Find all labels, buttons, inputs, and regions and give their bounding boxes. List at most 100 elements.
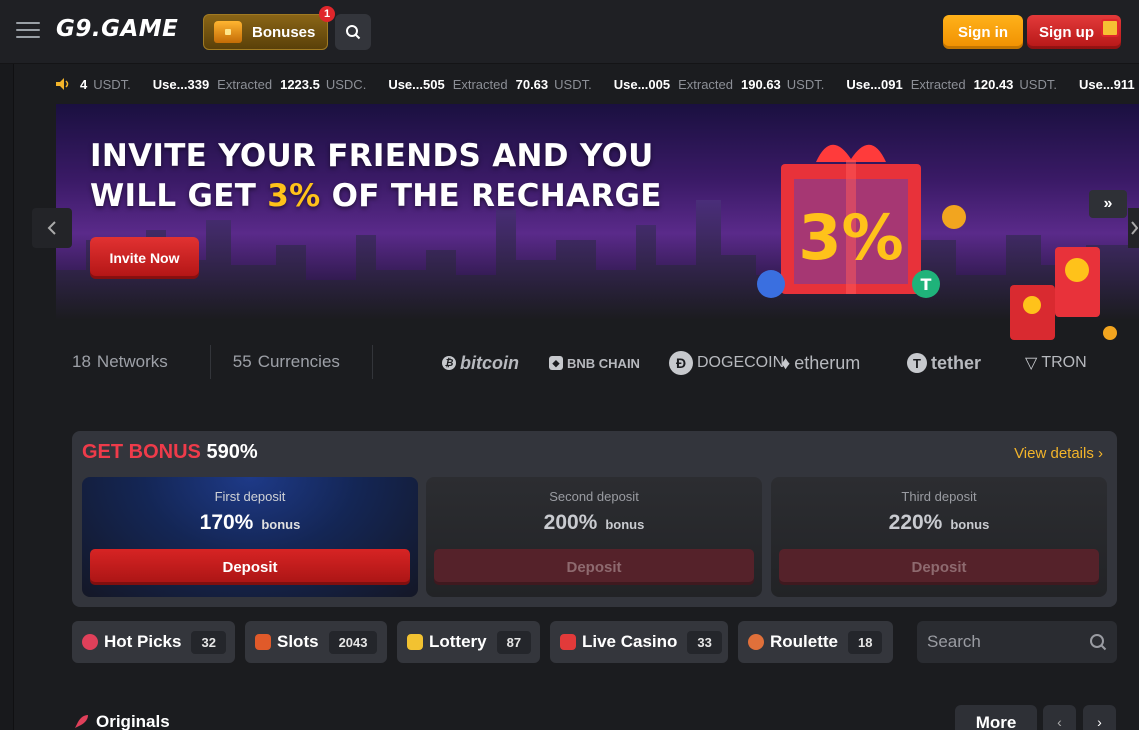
bonuses-badge: 1 — [319, 6, 335, 22]
menu-icon[interactable] — [16, 22, 40, 40]
ticker-item: Use...005 Extracted 190.63 USDT. — [613, 76, 825, 92]
coin-icon — [757, 270, 785, 298]
bnb-chain-logo: ◆ BNB CHAIN — [549, 350, 640, 376]
banner-line-1: INVITE YOUR FRIENDS AND YOU — [90, 138, 654, 174]
category-label: Live Casino — [582, 632, 678, 651]
bonuses-label: Bonuses — [252, 23, 316, 41]
bnb-icon: ◆ — [549, 356, 563, 370]
tron-icon: ▽ — [1025, 355, 1038, 372]
category-slots[interactable]: Slots 2043 — [245, 621, 387, 663]
category-live-casino[interactable]: Live Casino 33 — [550, 621, 728, 663]
bonus-title: GET BONUS 590% — [82, 441, 258, 463]
deposit-label: Third deposit — [901, 489, 977, 504]
deposit-percent: 200% bonus — [543, 511, 645, 534]
treasure-chest-icon — [214, 21, 242, 43]
game-search[interactable] — [917, 621, 1117, 663]
category-hot-picks[interactable]: Hot Picks 32 — [72, 621, 235, 663]
deposit-label: First deposit — [214, 489, 286, 504]
game-search-input[interactable] — [927, 632, 1077, 652]
live-casino-icon — [560, 634, 576, 650]
second-deposit-card[interactable]: Second deposit 200% bonus Deposit — [426, 477, 762, 597]
category-count: 18 — [848, 630, 883, 654]
category-label: Slots — [277, 632, 319, 651]
speaker-icon — [56, 78, 69, 90]
rocket-icon — [75, 715, 88, 728]
tether-logo: Ttether — [907, 350, 981, 376]
sign-in-button[interactable]: Sign in — [943, 15, 1023, 49]
tron-logo: ▽ TRON — [1025, 354, 1087, 372]
carousel-next-button[interactable] — [1128, 208, 1139, 248]
category-count: 2043 — [328, 630, 378, 654]
category-label: Roulette — [770, 632, 838, 651]
divider — [209, 345, 211, 379]
gold-coin-icon — [942, 205, 966, 229]
carousel-prev-button[interactable] — [32, 208, 72, 248]
city-skyline-image — [56, 200, 1139, 320]
ticker-item: Use...339 Extracted 1223.5 USDC. — [152, 76, 367, 92]
gift-box-image: 3% — [781, 144, 921, 294]
chevron-right-icon: › — [1097, 713, 1102, 730]
ethereum-icon: ♦ — [781, 352, 791, 373]
promo-banner[interactable]: INVITE YOUR FRIENDS AND YOU WILL GET 3% … — [56, 104, 1139, 320]
gift-icon — [1101, 19, 1119, 37]
chevron-left-icon: ‹ — [1057, 713, 1062, 730]
prev-page-button[interactable]: ‹ — [1043, 705, 1076, 730]
bitcoin-logo: ₿ bitcoin — [442, 350, 519, 376]
red-envelope-image — [1010, 247, 1117, 340]
search-icon — [346, 25, 361, 40]
logo[interactable]: G9.GAME — [56, 16, 178, 42]
gift-box-percent: 3% — [798, 201, 903, 274]
category-lottery[interactable]: Lottery 87 — [397, 621, 540, 663]
first-deposit-card[interactable]: First deposit 170% bonus Deposit — [82, 477, 418, 597]
deposit-label: Second deposit — [549, 489, 639, 504]
ticker-item: Use...505 Extracted 70.63 USDT. — [388, 76, 592, 92]
withdrawal-ticker: 4 USDT. Use...339 Extracted 1223.5 USDC. Use… — [56, 64, 1139, 104]
search-icon — [1090, 634, 1107, 651]
deposit-button[interactable]: Deposit — [779, 549, 1099, 585]
ticker-item: Use...091 Extracted 120.43 USDT. — [846, 76, 1057, 92]
originals-heading: Originals — [72, 712, 170, 730]
chevron-left-icon — [47, 221, 56, 235]
deposit-percent: 170% bonus — [199, 511, 301, 534]
deposit-bonus-panel: GET BONUS 590% View details › First depo… — [72, 431, 1117, 607]
invite-now-button[interactable]: Invite Now — [90, 237, 199, 279]
banner-headline: INVITE YOUR FRIENDS AND YOU WILL GET 3% … — [90, 136, 710, 216]
tether-icon: T — [907, 353, 927, 373]
networks-stat: 18 Networks — [72, 352, 168, 371]
fast-forward-button[interactable]: » — [1089, 190, 1127, 218]
bitcoin-icon: ₿ — [442, 356, 456, 370]
sidebar-edge — [0, 64, 14, 730]
sign-up-button[interactable]: Sign up — [1027, 15, 1121, 49]
dogecoin-logo: Ð DOGECOIN — [669, 350, 784, 376]
more-button[interactable]: More — [955, 705, 1037, 730]
category-label: Lottery — [429, 632, 487, 651]
ticker-item: Use...911 — [1078, 76, 1135, 92]
tether-coin-icon: T — [912, 270, 940, 298]
category-count: 32 — [191, 630, 226, 654]
sign-up-label: Sign up — [1039, 23, 1094, 41]
slots-icon — [255, 634, 271, 650]
bonuses-button[interactable]: Bonuses — [203, 14, 328, 50]
banner-line-2: WILL GET 3% OF THE RECHARGE — [90, 178, 662, 214]
category-label: Hot Picks — [104, 632, 182, 651]
ticket-icon — [407, 634, 423, 650]
category-count: 33 — [687, 630, 722, 654]
next-page-button[interactable]: › — [1083, 705, 1116, 730]
top-bar: G9.GAME Bonuses 1 Sign in Sign up — [0, 0, 1139, 64]
search-button[interactable] — [335, 14, 371, 50]
originals-label: Originals — [96, 712, 170, 730]
category-count: 87 — [496, 630, 532, 654]
chevron-right-icon — [1130, 221, 1138, 235]
ticker-item: 4 USDT. — [80, 76, 131, 92]
view-details-link[interactable]: View details › — [1014, 445, 1103, 462]
deposit-button[interactable]: Deposit — [434, 549, 754, 585]
third-deposit-card[interactable]: Third deposit 220% bonus Deposit — [771, 477, 1107, 597]
deposit-percent: 220% bonus — [888, 511, 990, 534]
network-stats: 18 Networks 55 Currencies — [72, 340, 395, 384]
deposit-button[interactable]: Deposit — [90, 549, 410, 585]
flame-icon — [82, 634, 98, 650]
currencies-stat: 55 Currencies — [232, 352, 340, 371]
roulette-icon — [748, 634, 764, 650]
ethereum-logo: ♦ etherum — [781, 352, 861, 373]
category-roulette[interactable]: Roulette 18 — [738, 621, 893, 663]
